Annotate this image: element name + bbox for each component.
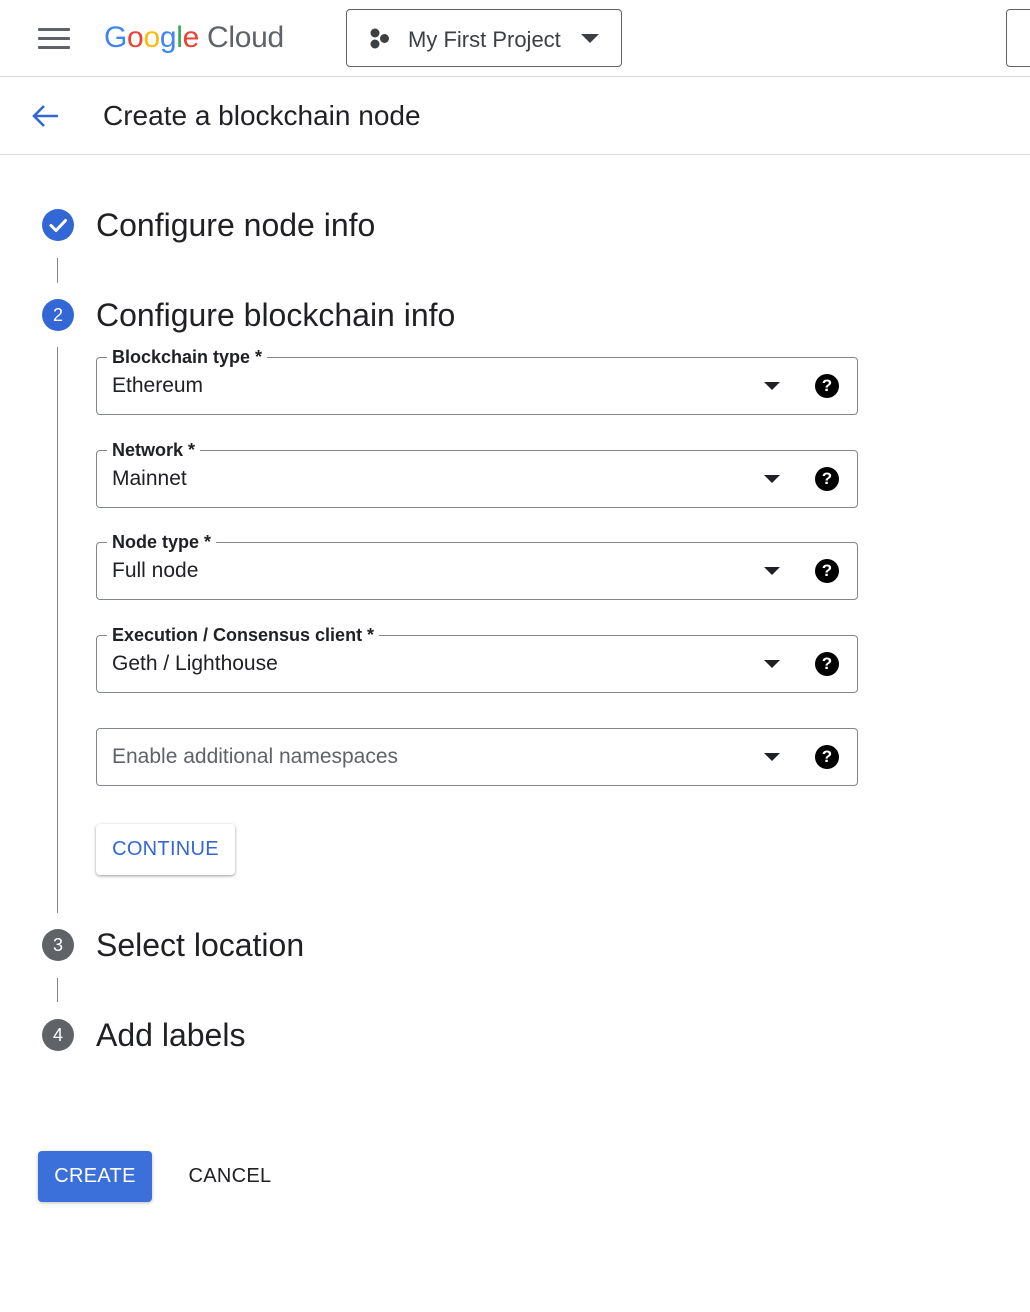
dropdown-arrow-icon <box>764 753 780 761</box>
network-label: Network * <box>107 438 201 462</box>
cancel-button[interactable]: CANCEL <box>178 1151 282 1202</box>
chevron-down-icon <box>581 34 599 43</box>
top-navigation-bar: Google Cloud My First Project <box>0 0 1030 77</box>
create-button[interactable]: CREATE <box>38 1151 152 1202</box>
step-2-number: 2 <box>42 299 74 331</box>
step-4-title[interactable]: Add labels <box>96 1015 245 1055</box>
step-1-check-icon <box>42 209 74 241</box>
client-label: Execution / Consensus client * <box>107 623 380 647</box>
step-3-title[interactable]: Select location <box>96 925 304 965</box>
step-4-number: 4 <box>42 1019 74 1051</box>
help-icon[interactable]: ? <box>815 374 839 398</box>
hamburger-menu-icon[interactable] <box>38 28 70 50</box>
step-1-title[interactable]: Configure node info <box>96 205 375 245</box>
page-header: Create a blockchain node <box>0 77 1030 155</box>
search-bar[interactable] <box>1006 9 1030 67</box>
additional-namespaces-select[interactable]: Enable additional namespaces ? <box>96 728 858 786</box>
page-title: Create a blockchain node <box>103 100 421 131</box>
step-connector <box>57 978 58 1002</box>
client-value: Geth / Lighthouse <box>112 652 278 675</box>
help-icon[interactable]: ? <box>815 559 839 583</box>
step-2-title[interactable]: Configure blockchain info <box>96 295 455 335</box>
back-arrow-icon[interactable] <box>28 99 62 133</box>
project-picker-button[interactable]: My First Project <box>346 9 622 67</box>
network-value: Mainnet <box>112 467 187 490</box>
step-connector <box>57 258 58 283</box>
step-connector <box>57 347 58 913</box>
step-3-number: 3 <box>42 929 74 961</box>
dropdown-arrow-icon <box>764 382 780 390</box>
namespaces-placeholder: Enable additional namespaces <box>112 745 399 768</box>
help-icon[interactable]: ? <box>815 745 839 769</box>
dropdown-arrow-icon <box>764 660 780 668</box>
project-name: My First Project <box>408 27 561 52</box>
google-cloud-logo[interactable]: Google Cloud <box>104 18 284 58</box>
execution-consensus-client-select[interactable]: Execution / Consensus client * Geth / Li… <box>96 623 858 693</box>
help-icon[interactable]: ? <box>815 652 839 676</box>
project-hexagons-icon <box>370 28 389 49</box>
network-select[interactable]: Network * Mainnet ? <box>96 438 858 508</box>
blockchain-type-label: Blockchain type * <box>107 345 268 369</box>
node-type-label: Node type * <box>107 530 217 554</box>
dropdown-arrow-icon <box>764 567 780 575</box>
node-type-value: Full node <box>112 559 199 582</box>
blockchain-type-select[interactable]: Blockchain type * Ethereum ? <box>96 345 858 415</box>
blockchain-type-value: Ethereum <box>112 374 204 397</box>
dropdown-arrow-icon <box>764 475 780 483</box>
continue-button[interactable]: CONTINUE <box>96 824 235 875</box>
node-type-select[interactable]: Node type * Full node ? <box>96 530 858 600</box>
help-icon[interactable]: ? <box>815 467 839 491</box>
